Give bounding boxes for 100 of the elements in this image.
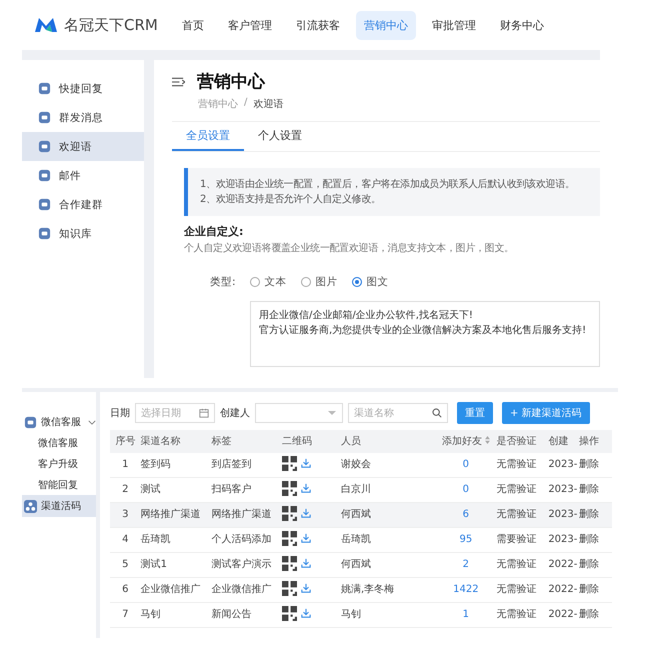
column-header: 是否验证 <box>496 430 548 453</box>
people-icon <box>24 500 37 512</box>
date-label: 日期 <box>110 406 130 420</box>
download-icon[interactable] <box>301 483 312 493</box>
nav-tab[interactable]: 审批管理 <box>424 10 484 40</box>
column-header: 添加好友 <box>435 430 496 453</box>
delete-link[interactable]: 删除 <box>578 578 612 602</box>
breadcrumb-current: 欢迎语 <box>253 98 284 111</box>
table-cell: 签到码 <box>140 453 212 478</box>
sidebar-item[interactable]: 知识库 <box>22 219 144 248</box>
delete-link[interactable]: 删除 <box>578 552 612 578</box>
qr-code-icon <box>282 556 298 570</box>
radio-icon[interactable] <box>250 277 260 287</box>
download-icon[interactable] <box>301 533 312 543</box>
table-row[interactable]: 4 岳琦凯 个人活码添加 岳琦凯 95 需要验证 2023-删除 <box>110 528 612 552</box>
table-row[interactable]: 6 企业微信推广 企业微信推广 姚满,李冬梅 1422 无需验证 2022-删除 <box>110 578 612 602</box>
download-icon[interactable] <box>301 558 312 568</box>
menu-icon[interactable] <box>172 76 185 86</box>
column-header: 渠道名称 <box>140 430 212 453</box>
sidebar-item[interactable]: 渠道活码 <box>22 495 96 517</box>
chat-icon <box>38 227 51 240</box>
download-icon[interactable] <box>301 583 312 593</box>
table-cell: 2022- <box>548 602 579 628</box>
table-row[interactable]: 3 网络推广渠道 网络推广渠道 何西斌 6 无需验证 2023-删除 <box>110 502 612 528</box>
table-cell: 无需验证 <box>496 602 548 628</box>
sidebar-item[interactable]: 欢迎语 <box>22 132 144 161</box>
table-row[interactable]: 5 测试1 测试客户演示 何西斌 2 无需验证 2022-删除 <box>110 552 612 578</box>
sidebar-group[interactable]: 微信客服 <box>22 412 96 432</box>
sort-icon[interactable] <box>484 436 490 444</box>
table-cell: 需要验证 <box>496 528 548 552</box>
radio-option[interactable]: 图片 <box>300 275 338 289</box>
column-header: 二维码 <box>282 430 341 453</box>
friend-count-link[interactable]: 95 <box>435 528 496 552</box>
qr-code-icon <box>282 480 298 496</box>
section-title: 企业自定义: <box>184 224 244 239</box>
table-cell: 测试1 <box>140 552 212 578</box>
nav-tab[interactable]: 首页 <box>174 10 212 40</box>
qr-code-icon <box>282 456 298 470</box>
tab[interactable]: 全员设置 <box>172 122 244 151</box>
logo-icon <box>34 17 58 33</box>
sidebar-item[interactable]: 快捷回复 <box>22 74 144 103</box>
table-cell: 2023- <box>548 502 579 528</box>
friend-count-link[interactable]: 1422 <box>435 578 496 602</box>
delete-link[interactable]: 删除 <box>578 528 612 552</box>
table-row[interactable]: 1 签到码 到店签到 谢姣会 0 无需验证 2023-删除 <box>110 453 612 478</box>
nav-tab[interactable]: 引流获客 <box>288 10 348 40</box>
sidebar-item[interactable]: 合作建群 <box>22 190 144 219</box>
sidebar-subitem[interactable]: 客户升级 <box>22 453 96 474</box>
download-icon[interactable] <box>301 458 312 468</box>
search-icon[interactable] <box>432 408 442 418</box>
friend-count-link[interactable]: 6 <box>435 502 496 528</box>
table-cell: 7 <box>110 602 141 628</box>
radio-icon[interactable] <box>300 277 311 287</box>
radio-option[interactable]: 文本 <box>250 275 287 289</box>
column-header: 人员 <box>340 430 436 453</box>
qr-code-icon <box>282 606 298 620</box>
chat-icon <box>38 82 51 95</box>
sidebar-subitem[interactable]: 微信客服 <box>22 432 96 453</box>
table-cell: 马钊 <box>140 602 212 628</box>
qr-code-icon <box>282 530 298 546</box>
brand-name: 名冠天下CRM <box>64 16 159 34</box>
section-hint: 个人自定义欢迎语将覆盖企业统一配置欢迎语，消息支持文本，图片，图文。 <box>184 242 515 255</box>
delete-link[interactable]: 删除 <box>578 502 612 528</box>
message-textarea[interactable]: 用企业微信/企业邮箱/企业办公软件,找名冠天下! 官方认证服务商,为您提供专业的企业微信解决方案及本地化售后服务支持! <box>250 301 600 367</box>
qr-code-icon <box>282 580 298 596</box>
table-cell: 无需验证 <box>496 502 548 528</box>
nav-tab[interactable]: 客户管理 <box>220 10 280 40</box>
download-icon[interactable] <box>301 608 312 618</box>
chat-icon <box>38 111 51 124</box>
table-row[interactable]: 7 马钊 新闻公告 马钊 1 无需验证 2022-删除 <box>110 602 612 628</box>
sidebar-item[interactable]: 群发消息 <box>22 103 144 132</box>
table-cell: 岳琦凯 <box>140 528 212 552</box>
column-header: 标签 <box>211 430 282 453</box>
sidebar-subitem[interactable]: 智能回复 <box>22 474 96 495</box>
table-cell: 马钊 <box>340 602 436 628</box>
table-cell: 5 <box>110 552 141 578</box>
delete-link[interactable]: 删除 <box>578 602 612 628</box>
friend-count-link[interactable]: 0 <box>435 453 496 478</box>
delete-link[interactable]: 删除 <box>578 453 612 478</box>
friend-count-link[interactable]: 1 <box>435 602 496 628</box>
radio-icon[interactable] <box>352 277 362 287</box>
chat-icon <box>38 198 51 211</box>
download-icon[interactable] <box>301 508 312 518</box>
table-cell: 2022- <box>548 578 579 602</box>
nav-tab[interactable]: 财务中心 <box>492 10 552 40</box>
sidebar-item[interactable]: 邮件 <box>22 161 144 190</box>
tab[interactable]: 个人设置 <box>244 122 316 151</box>
table-cell: 企业微信推广 <box>140 578 212 602</box>
table-cell: 谢姣会 <box>340 453 436 478</box>
table-cell: 6 <box>110 578 141 602</box>
column-header: 序号 <box>110 430 141 453</box>
table-cell: 2023- <box>548 528 579 552</box>
nav-tab[interactable]: 营销中心 <box>356 10 416 40</box>
table-cell: 2023- <box>548 453 579 478</box>
table-cell: 岳琦凯 <box>340 528 436 552</box>
notice-text: 1、欢迎语由企业统一配置，配置后，客户将在添加成员为联系人后默认收到该欢迎语。 <box>200 178 576 192</box>
radio-option[interactable]: 图文 <box>352 275 389 289</box>
page-title: 营销中心 <box>197 71 265 93</box>
table-cell: 网络推广渠道 <box>140 502 212 528</box>
friend-count-link[interactable]: 2 <box>435 552 496 578</box>
